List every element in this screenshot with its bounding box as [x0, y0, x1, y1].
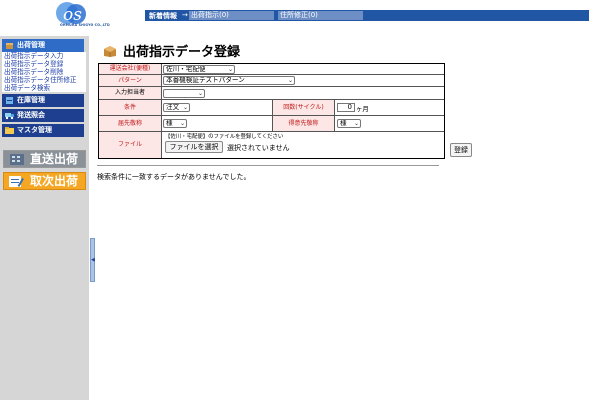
chevron-down-icon: ⌄ — [287, 77, 293, 84]
chevron-down-icon: ⌄ — [182, 104, 188, 111]
truck-icon — [5, 113, 14, 120]
chevron-down-icon: ⌄ — [179, 120, 185, 127]
cycle-label: 回数(サイクル) — [272, 100, 335, 115]
carrier-label: 運送会社(便種) — [99, 64, 162, 74]
client-honorific-label: 得意先敬称 — [272, 116, 335, 131]
sidebar-header-master[interactable]: マスタ管理 — [2, 124, 84, 137]
shipto-honorific-label: 届先敬称 — [99, 116, 162, 131]
news-label: 新着情報 — [149, 12, 177, 20]
client-honorific-select[interactable]: 様 ⌄ — [337, 119, 361, 128]
file-status: 選択されていません — [227, 144, 290, 152]
arrow-right-icon: → — [182, 11, 188, 19]
input-person-label: 入力担当者 — [99, 87, 162, 99]
chevron-down-icon: ⌄ — [227, 66, 233, 73]
honorific-row: 届先敬称 様 ⌄ 得意先敬称 様 ⌄ — [99, 116, 444, 132]
direct-shipping-label: 直送出荷 — [30, 152, 79, 166]
sidebar-link-address-fix[interactable]: 出荷指示データ住所修正 — [2, 76, 86, 84]
sidebar-shipping-links: 出荷指示データ入力 出荷指示データ登録 出荷指示データ削除 出荷指示データ住所修… — [2, 52, 86, 92]
sidebar-header-shipping[interactable]: 出荷管理 — [2, 39, 84, 52]
building-icon — [10, 154, 24, 165]
input-person-select[interactable]: ⌄ — [163, 89, 205, 98]
agency-shipping-button[interactable]: 取次出荷 — [3, 172, 86, 190]
shipto-honorific-select[interactable]: 様 ⌄ — [163, 119, 187, 128]
carrier-select[interactable]: 佐川・宅配便 ⌄ — [163, 65, 235, 74]
result-message: 検索条件に一致するデータがありませんでした。 — [97, 173, 251, 181]
cycle-unit: ヶ月 — [356, 105, 369, 113]
top-bar: os OHMURA SHIGYO CO.,LTD 新着情報 → 出荷指示(0) … — [0, 0, 589, 30]
pattern-row: パターン 本番機検証テストパターン ⌄ — [99, 75, 444, 87]
pattern-select-value: 本番機検証テストパターン — [166, 76, 245, 84]
page-title: 出荷指示データ登録 — [123, 45, 241, 60]
register-button[interactable]: 登録 — [450, 143, 472, 157]
inventory-icon — [6, 97, 13, 104]
cycle-input[interactable]: 0 — [337, 103, 355, 112]
divider — [97, 165, 439, 166]
pattern-label: パターン — [99, 75, 162, 86]
sidebar-collapse-handle[interactable]: ◀ — [90, 238, 95, 282]
sidebar-link-delete[interactable]: 出荷指示データ削除 — [2, 68, 86, 76]
pattern-select[interactable]: 本番機検証テストパターン ⌄ — [163, 76, 295, 85]
box-icon — [6, 43, 13, 49]
company-name: OHMURA SHIGYO CO.,LTD — [60, 23, 110, 27]
sidebar-header-inventory[interactable]: 在庫管理 — [2, 94, 84, 107]
sidebar-header-master-label: マスタ管理 — [17, 126, 52, 134]
svg-text:os: os — [63, 5, 82, 25]
condition-row: 条件 注文 ⌄ 回数(サイクル) 0 ヶ月 — [99, 100, 444, 116]
sidebar-header-inventory-label: 在庫管理 — [17, 96, 45, 104]
direct-shipping-button[interactable]: 直送出荷 — [3, 150, 86, 168]
sidebar-header-dispatch-label: 発送照会 — [17, 111, 45, 119]
carrier-row: 運送会社(便種) 佐川・宅配便 ⌄ — [99, 64, 444, 75]
condition-select-value: 注文 — [166, 103, 180, 111]
sidebar-link-search[interactable]: 出荷データ検索 — [2, 84, 86, 92]
news-item-shipping[interactable]: 出荷指示(0) — [189, 11, 274, 20]
sidebar-link-input[interactable]: 出荷指示データ入力 — [2, 52, 86, 60]
folder-icon — [5, 127, 14, 134]
client-honorific-value: 様 — [340, 119, 347, 127]
document-pen-icon — [9, 176, 24, 187]
shipto-honorific-value: 様 — [166, 119, 173, 127]
news-item-address[interactable]: 住所修正(0) — [278, 11, 363, 20]
condition-select[interactable]: 注文 ⌄ — [163, 103, 190, 112]
box-icon — [104, 46, 116, 57]
file-note: 【佐川・宅配便】のファイルを登録してください — [165, 134, 284, 140]
sidebar-link-register[interactable]: 出荷指示データ登録 — [2, 60, 86, 68]
sidebar-header-dispatch[interactable]: 発送照会 — [2, 109, 84, 122]
choose-file-button[interactable]: ファイルを選択 — [165, 141, 223, 153]
sidebar-header-shipping-label: 出荷管理 — [17, 41, 45, 49]
input-person-row: 入力担当者 ⌄ — [99, 87, 444, 100]
chevron-down-icon: ⌄ — [197, 90, 203, 97]
agency-shipping-label: 取次出荷 — [30, 174, 79, 188]
chevron-down-icon: ⌄ — [353, 120, 359, 127]
condition-label: 条件 — [99, 100, 162, 115]
file-label: ファイル — [99, 132, 162, 158]
carrier-select-value: 佐川・宅配便 — [166, 65, 206, 73]
